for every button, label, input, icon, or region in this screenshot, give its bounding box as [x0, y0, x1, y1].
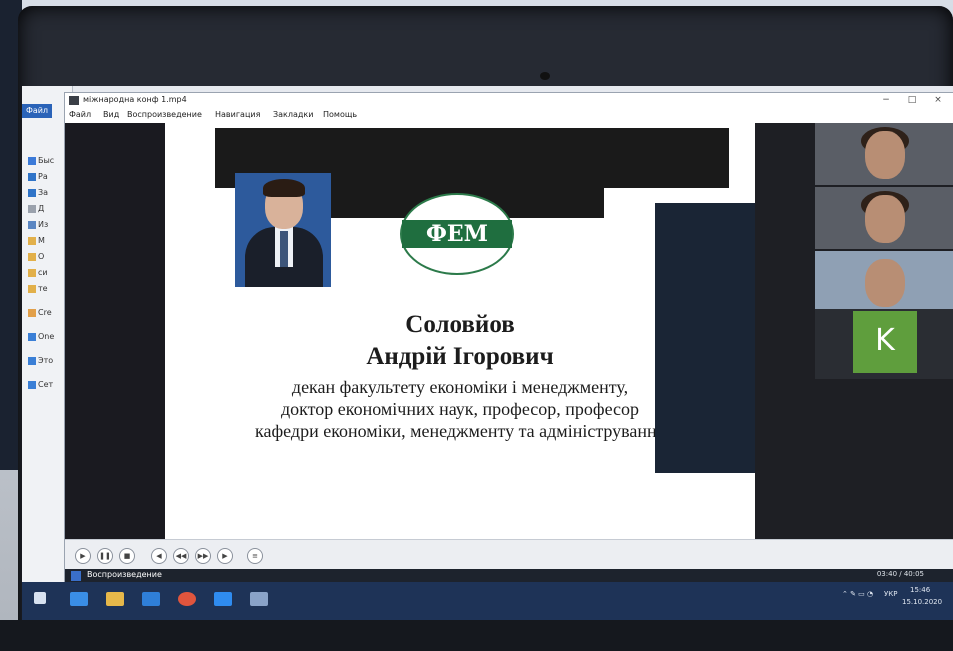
- photo-tie: [280, 231, 288, 267]
- participant-video-tile[interactable]: [815, 123, 953, 185]
- stop-button[interactable]: ■: [119, 548, 135, 564]
- clock-date[interactable]: 15.10.2020: [902, 598, 942, 606]
- player-icon: [71, 571, 81, 581]
- next-button[interactable]: ▶: [217, 548, 233, 564]
- playback-time: 03:40 / 40:05: [876, 570, 924, 578]
- participant-initial-avatar: K: [853, 311, 917, 373]
- media-player-window: міжнародна конф 1.mp4 − □ × Файл Вид Вос…: [64, 92, 953, 584]
- folder-icon: [28, 252, 36, 261]
- creative-cloud-icon: [28, 308, 36, 317]
- title-bar[interactable]: міжнародна конф 1.mp4 − □ ×: [65, 93, 953, 109]
- chrome-icon[interactable]: [178, 592, 196, 606]
- windows-start-icon[interactable]: [34, 592, 46, 604]
- minimize-button[interactable]: −: [875, 95, 897, 107]
- laptop-base: [0, 620, 953, 651]
- taskbar: ⌃ ✎ ▭ ◔ УКР 15:46 15.10.2020: [22, 582, 953, 620]
- speaker-photo: [235, 173, 331, 287]
- participant-avatar-tile[interactable]: K: [815, 309, 953, 379]
- participant-face: [865, 131, 905, 179]
- webcam-icon: [540, 72, 550, 80]
- laptop-screen: Файл Быс Ра За Д Из М О си те Cre One Эт…: [22, 86, 953, 620]
- network-icon[interactable]: ⌃ ✎ ▭ ◔: [842, 590, 873, 598]
- cloud-icon: [28, 332, 36, 341]
- file-explorer-icon[interactable]: [106, 592, 124, 606]
- participant-video-tile[interactable]: [815, 187, 953, 249]
- computer-icon: [28, 356, 36, 365]
- faculty-logo: ФЕМ: [400, 193, 514, 275]
- menu-view[interactable]: Вид: [103, 110, 119, 119]
- participant-video-tile[interactable]: [815, 251, 953, 313]
- menu-file[interactable]: Файл: [69, 110, 91, 119]
- menu-navigation[interactable]: Навигация: [215, 110, 260, 119]
- network-icon: [28, 380, 36, 389]
- clock-time[interactable]: 15:46: [910, 586, 930, 594]
- zoom-icon[interactable]: [214, 592, 232, 606]
- play-button[interactable]: ▶: [75, 548, 91, 564]
- menu-help[interactable]: Помощь: [323, 110, 357, 119]
- menu-playback[interactable]: Воспроизведение: [127, 110, 202, 119]
- store-icon[interactable]: [142, 592, 160, 606]
- star-icon: [28, 156, 36, 165]
- previous-button[interactable]: ◀: [151, 548, 167, 564]
- photo-hair: [263, 179, 305, 197]
- close-button[interactable]: ×: [927, 95, 949, 107]
- menu-bar: Файл Вид Воспроизведение Навигация Закла…: [65, 109, 953, 123]
- participants-gallery: K: [755, 123, 953, 539]
- language-indicator[interactable]: УКР: [884, 590, 897, 598]
- forward-button[interactable]: ▶▶: [195, 548, 211, 564]
- image-icon: [28, 220, 36, 229]
- download-icon: [28, 188, 36, 197]
- video-overlay: [655, 203, 755, 473]
- rewind-button[interactable]: ◀◀: [173, 548, 189, 564]
- menu-bookmarks[interactable]: Закладки: [273, 110, 313, 119]
- playback-controls: ▶ ❚❚ ■ ◀ ◀◀ ▶▶ ▶ ≡: [65, 539, 953, 570]
- pause-button[interactable]: ❚❚: [97, 548, 113, 564]
- explorer-file-tab[interactable]: Файл: [22, 104, 52, 118]
- menu-button[interactable]: ≡: [247, 548, 263, 564]
- film-icon: [69, 96, 79, 105]
- media-player-icon[interactable]: [250, 592, 268, 606]
- logo-text: ФЕМ: [402, 220, 512, 248]
- folder-icon: [28, 236, 36, 245]
- status-bar: Воспроизведение 03:40 / 40:05: [65, 569, 953, 583]
- video-letterbox: [65, 123, 165, 539]
- document-icon: [28, 204, 36, 213]
- status-label: Воспроизведение: [87, 570, 162, 579]
- participant-face: [865, 195, 905, 243]
- desktop-icon: [28, 172, 36, 181]
- edge-icon[interactable]: [70, 592, 88, 606]
- maximize-button[interactable]: □: [901, 95, 923, 107]
- participant-face: [865, 259, 905, 307]
- video-area[interactable]: ФЕМ Соловйов Андрій Ігорович декан факул…: [65, 123, 953, 539]
- folder-icon: [28, 284, 36, 293]
- folder-icon: [28, 268, 36, 277]
- window-title: міжнародна конф 1.mp4: [83, 95, 187, 104]
